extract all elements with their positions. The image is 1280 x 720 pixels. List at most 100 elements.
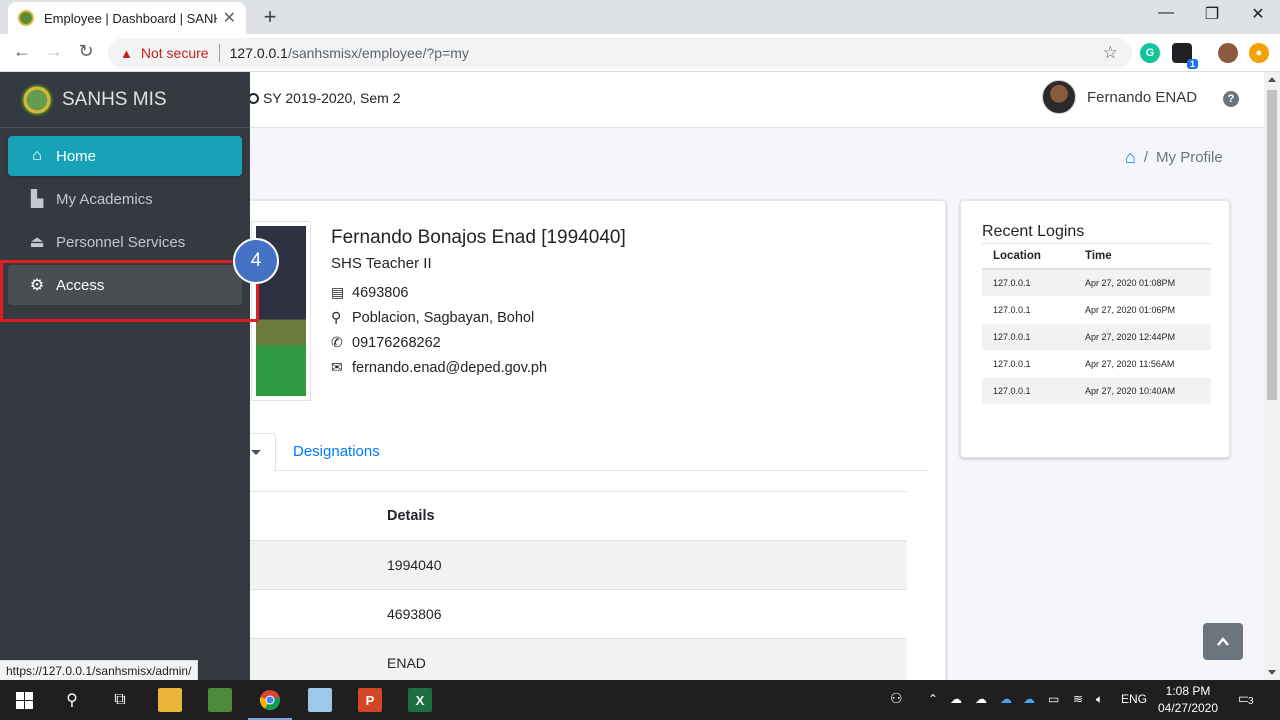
table-header-details: Details (387, 508, 435, 524)
table-cell: 1994040 (387, 557, 442, 573)
breadcrumb: ⌂ / My Profile (1125, 147, 1223, 168)
details-table: Details 1994040 4693806 ENAD (231, 491, 907, 680)
browser-tab-strip: Employee | Dashboard | SANHS MIS ✕ + — ❐… (0, 0, 1280, 34)
grammarly-extension-icon[interactable]: G (1140, 43, 1160, 63)
battery-icon[interactable]: ▭ (1048, 692, 1059, 706)
login-location: 127.0.0.1 (993, 305, 1031, 315)
address-divider (218, 44, 220, 62)
school-logo-icon (21, 83, 53, 116)
volume-icon[interactable]: 🔈︎ (1096, 692, 1103, 707)
extension-cube-icon[interactable]: 1 (1172, 43, 1198, 69)
people-icon[interactable]: ⚇ (890, 690, 903, 707)
tab-designations[interactable]: Designations (293, 443, 380, 460)
profile-phone-row: ✆ 09176268262 (331, 334, 441, 351)
warning-triangle-icon[interactable]: ▲ (120, 46, 133, 61)
table-header-row: Location Time (982, 244, 1211, 270)
notepad-icon[interactable] (308, 688, 332, 712)
site-favicon-icon (18, 10, 34, 26)
browser-tab[interactable]: Employee | Dashboard | SANHS MIS ✕ (8, 2, 246, 34)
system-clock[interactable]: 1:08 PM 04/27/2020 (1156, 683, 1220, 717)
notification-count: 3 (1248, 696, 1254, 707)
user-name: Fernando ENAD (1087, 88, 1198, 106)
minimize-icon[interactable]: — (1146, 4, 1186, 22)
profile-avatar-icon[interactable] (1218, 43, 1238, 63)
image-editor-icon[interactable] (208, 688, 232, 712)
profile-position: SHS Teacher II (331, 255, 432, 272)
sidebar-item-label: Home (56, 147, 97, 165)
breadcrumb-current: My Profile (1156, 149, 1223, 166)
profile-phone: 09176268262 (352, 334, 441, 351)
profile-email: fernando.enad@deped.gov.ph (352, 359, 548, 376)
login-time: Apr 27, 2020 11:56AM (1085, 359, 1175, 369)
table-row: 4693806 (231, 589, 907, 638)
profile-id-row: ▤ 4693806 (331, 284, 408, 301)
user-tie-icon: ▙ (30, 191, 44, 208)
scrollbar-thumb[interactable] (1267, 90, 1277, 400)
forward-arrow-icon[interactable]: → (42, 41, 66, 62)
sidebar-item-home[interactable]: ⌂ Home (8, 136, 242, 176)
powerpoint-icon[interactable]: P (358, 688, 382, 712)
school-year-selector[interactable]: SY 2019-2020, Sem 2 (248, 90, 401, 106)
sidebar-item-personnel-services[interactable]: ⏏ Personnel Services (8, 222, 242, 262)
address-bar[interactable]: ▲ Not secure 127.0.0.1/sanhsmisx/employe… (108, 38, 1132, 68)
access-highlight-box (0, 260, 259, 322)
chevron-up-icon (1217, 636, 1229, 646)
table-row: 127.0.0.1 Apr 27, 2020 01:06PM (982, 297, 1211, 324)
sidebar-item-label: Personnel Services (56, 233, 186, 251)
sidebar-item-my-academics[interactable]: ▙ My Academics (8, 179, 242, 219)
link-status-url: https://127.0.0.1/sanhsmisx/admin/ (0, 660, 199, 680)
bookmark-star-icon[interactable]: ☆ (1103, 43, 1118, 63)
breadcrumb-home-icon[interactable]: ⌂ (1125, 147, 1136, 168)
table-header-row: Details (231, 491, 907, 540)
user-avatar (1042, 80, 1076, 114)
table-row: 127.0.0.1 Apr 27, 2020 10:40AM (982, 378, 1211, 405)
cloud-upload-icon-2[interactable]: ☁ (975, 692, 987, 706)
scroll-down-arrow-icon[interactable] (1268, 670, 1276, 675)
brand-link[interactable]: SANHS MIS (0, 72, 250, 128)
recent-logins-card: Recent Logins Location Time 127.0.0.1 Apr … (960, 200, 1230, 458)
cloud-upload-icon[interactable]: ☁ (950, 692, 962, 706)
new-tab-plus-icon[interactable]: + (258, 4, 282, 30)
chrome-taskbar-icon[interactable] (248, 688, 292, 720)
onedrive-icon-2[interactable]: ☁ (1023, 692, 1035, 706)
envelope-icon: ✉ (331, 359, 343, 375)
excel-icon[interactable]: X (408, 688, 432, 712)
table-row: 1994040 (231, 540, 907, 589)
login-location: 127.0.0.1 (993, 386, 1031, 396)
school-year-label: SY 2019-2020, Sem 2 (263, 90, 401, 106)
windows-start-icon[interactable] (12, 688, 36, 712)
security-label[interactable]: Not secure (141, 45, 209, 61)
restore-icon[interactable]: ❐ (1192, 4, 1232, 24)
scroll-up-arrow-icon[interactable] (1268, 77, 1276, 82)
url-host: 127.0.0.1 (229, 45, 288, 61)
tab-close-icon[interactable]: ✕ (223, 8, 236, 28)
page-scrollbar[interactable] (1264, 72, 1280, 680)
user-menu[interactable]: Fernando ENAD (1042, 80, 1197, 114)
show-hidden-icons-chevron-icon[interactable]: ⌃ (928, 692, 938, 706)
concierge-bell-icon: ⏏ (29, 234, 45, 251)
onedrive-icon[interactable]: ☁ (1000, 692, 1012, 706)
question-circle-icon[interactable]: ? (1223, 91, 1239, 107)
caret-down-icon (251, 450, 261, 455)
chrome-logo-icon (259, 690, 280, 711)
file-explorer-icon[interactable] (158, 688, 182, 712)
login-time: Apr 27, 2020 01:08PM (1085, 278, 1176, 288)
wifi-icon[interactable]: ≋ (1073, 692, 1083, 706)
table-cell: 4693806 (387, 606, 442, 622)
login-time: Apr 27, 2020 10:40AM (1085, 386, 1176, 396)
scroll-to-top-button[interactable] (1203, 623, 1243, 660)
task-view-icon[interactable]: ⧉ (108, 688, 132, 712)
window-close-icon[interactable]: ✕ (1238, 4, 1278, 24)
action-center-icon[interactable]: ▭ 3 (1238, 690, 1254, 707)
back-arrow-icon[interactable]: ← (10, 41, 34, 62)
reload-icon[interactable]: ↻ (74, 41, 98, 62)
profile-address-row: ⚲ Poblacion, Sagbayan, Bohol (331, 309, 534, 326)
url-text[interactable]: 127.0.0.1/sanhsmisx/employee/?p=my (230, 45, 469, 61)
extension-orange-icon[interactable]: ● (1249, 43, 1269, 63)
language-indicator[interactable]: ENG (1121, 692, 1147, 706)
search-icon[interactable]: ⚲ (60, 688, 84, 712)
clock-date: 04/27/2020 (1157, 701, 1219, 715)
url-path: /sanhsmisx/employee/?p=my (287, 45, 469, 61)
profile-name: Fernando Bonajos Enad [1994040] (331, 227, 626, 248)
page-viewport: SY 2019-2020, Sem 2 Fernando ENAD ? ⌂ / … (0, 72, 1280, 680)
